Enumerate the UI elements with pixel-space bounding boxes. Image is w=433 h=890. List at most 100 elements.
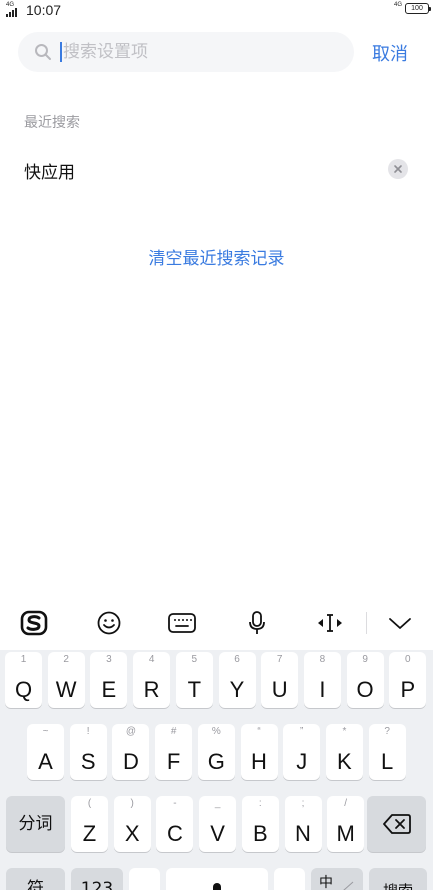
soft-keyboard: 1Q2W3E4R5T6Y7U8I9O0P ~ A! S @ D # F% G “H” J * K? L … bbox=[0, 650, 433, 890]
key-f[interactable]: # F bbox=[155, 724, 193, 780]
key-secondary-label: _ bbox=[214, 798, 221, 809]
key-secondary-label: : bbox=[258, 798, 262, 809]
key-secondary-label: 0 bbox=[405, 654, 411, 665]
key-l[interactable]: ? L bbox=[368, 724, 406, 780]
search-key[interactable]: 搜索 bbox=[369, 868, 427, 890]
key-secondary-label: ” bbox=[300, 726, 304, 737]
collapse-keyboard-icon[interactable] bbox=[383, 608, 417, 638]
search-box[interactable] bbox=[18, 32, 354, 72]
key-k[interactable]: * K bbox=[325, 724, 363, 780]
key-c[interactable]: -C bbox=[156, 796, 194, 852]
key-d[interactable]: @ D bbox=[112, 724, 150, 780]
key-secondary-label: 6 bbox=[234, 654, 240, 665]
backspace-key[interactable] bbox=[367, 796, 426, 852]
key-z[interactable]: (Z bbox=[71, 796, 108, 852]
key-secondary-label: % bbox=[211, 726, 221, 737]
key-secondary-label: “ bbox=[257, 726, 261, 737]
sogou-logo-icon[interactable] bbox=[17, 608, 51, 638]
key-label: P bbox=[400, 677, 416, 702]
key-q[interactable]: 1Q bbox=[5, 652, 42, 708]
key-secondary-label: ~ bbox=[42, 726, 49, 737]
key-label: T bbox=[187, 677, 202, 702]
key-secondary-label: 1 bbox=[20, 654, 27, 665]
key-v[interactable]: _ V bbox=[199, 796, 237, 852]
number-key[interactable]: 123 bbox=[71, 868, 123, 890]
symbol-key[interactable]: 符 bbox=[6, 868, 65, 890]
emoji-icon[interactable] bbox=[92, 608, 126, 638]
keyboard-toolbar bbox=[0, 598, 433, 650]
key-b[interactable]: :B bbox=[241, 796, 279, 852]
key-secondary-label: 7 bbox=[276, 654, 283, 665]
recent-search-label: 快应用 bbox=[24, 163, 75, 183]
key-j[interactable]: ” J bbox=[283, 724, 321, 780]
key-s[interactable]: ! S bbox=[69, 724, 107, 780]
key-secondary-label: 4 bbox=[148, 654, 155, 665]
key-label: F bbox=[166, 749, 181, 774]
key-label: H bbox=[251, 749, 267, 774]
key-secondary-label: * bbox=[342, 726, 347, 737]
key-label: G bbox=[207, 749, 225, 774]
microphone-icon bbox=[213, 883, 221, 890]
key-r[interactable]: 4R bbox=[133, 652, 171, 708]
language-switch-key[interactable]: 中 bbox=[311, 868, 363, 890]
key-h[interactable]: “H bbox=[240, 724, 278, 780]
key-n[interactable]: ; N bbox=[284, 796, 322, 852]
key-secondary-label: ? bbox=[384, 726, 390, 737]
key-secondary-label: @ bbox=[125, 726, 136, 737]
status-time: 10:07 bbox=[26, 2, 62, 18]
key-secondary-label: - bbox=[173, 798, 177, 809]
recent-search-item[interactable]: 快应用 bbox=[0, 150, 433, 190]
key-u[interactable]: 7U bbox=[261, 652, 299, 708]
space-key[interactable] bbox=[166, 868, 268, 890]
key-label: W bbox=[55, 677, 77, 702]
key-secondary-label: 8 bbox=[319, 654, 326, 665]
cursor-move-icon[interactable] bbox=[313, 608, 347, 638]
key-m[interactable]: / M bbox=[327, 796, 365, 852]
period-key[interactable] bbox=[274, 868, 305, 890]
key-secondary-label: / bbox=[344, 798, 348, 809]
key-label: M bbox=[336, 821, 355, 846]
key-a[interactable]: ~ A bbox=[27, 724, 64, 780]
key-x[interactable]: ) X bbox=[113, 796, 151, 852]
key-secondary-label: ; bbox=[301, 798, 305, 809]
key-secondary-label: 9 bbox=[362, 654, 368, 665]
key-t[interactable]: 5T bbox=[175, 652, 213, 708]
key-label: J bbox=[296, 749, 308, 774]
key-label: Y bbox=[229, 677, 245, 702]
delete-history-icon[interactable] bbox=[388, 159, 408, 179]
key-secondary-label: 5 bbox=[191, 654, 198, 665]
key-secondary-label: ( bbox=[87, 798, 92, 809]
keyboard-icon[interactable] bbox=[165, 608, 199, 638]
network-type-right: 4G bbox=[393, 2, 402, 8]
search-input[interactable] bbox=[63, 42, 313, 62]
key-label: V bbox=[210, 821, 225, 846]
microphone-icon[interactable] bbox=[240, 608, 274, 638]
key-o[interactable]: 9O bbox=[346, 652, 384, 708]
key-secondary-label: ) bbox=[130, 798, 134, 809]
key-p[interactable]: 0P bbox=[389, 652, 427, 708]
cancel-button[interactable]: 取消 bbox=[372, 40, 408, 66]
key-label: I bbox=[319, 677, 326, 702]
key-y[interactable]: 6Y bbox=[218, 652, 256, 708]
key-w[interactable]: 2W bbox=[47, 652, 85, 708]
key-label: O bbox=[356, 677, 374, 702]
key-secondary-label: 2 bbox=[63, 654, 69, 665]
key-label: U bbox=[271, 677, 288, 702]
key-label: A bbox=[38, 749, 53, 774]
word-segment-key[interactable]: 分词 bbox=[6, 796, 65, 852]
key-label: R bbox=[143, 677, 160, 702]
key-g[interactable]: % G bbox=[197, 724, 235, 780]
key-e[interactable]: 3E bbox=[90, 652, 128, 708]
status-bar: 4G 10:07 4G 100 bbox=[0, 0, 433, 22]
comma-key[interactable] bbox=[129, 868, 160, 890]
clear-recent-searches-button[interactable]: 清空最近搜索记录 bbox=[0, 244, 433, 269]
key-label: D bbox=[122, 749, 139, 774]
key-i[interactable]: 8I bbox=[303, 652, 341, 708]
key-label: Z bbox=[82, 821, 97, 846]
key-secondary-label: 3 bbox=[106, 654, 112, 665]
key-label: B bbox=[252, 821, 268, 846]
key-label: L bbox=[380, 749, 394, 774]
backspace-icon bbox=[383, 814, 411, 834]
search-icon bbox=[35, 44, 51, 60]
battery-icon: 100 bbox=[405, 2, 431, 14]
